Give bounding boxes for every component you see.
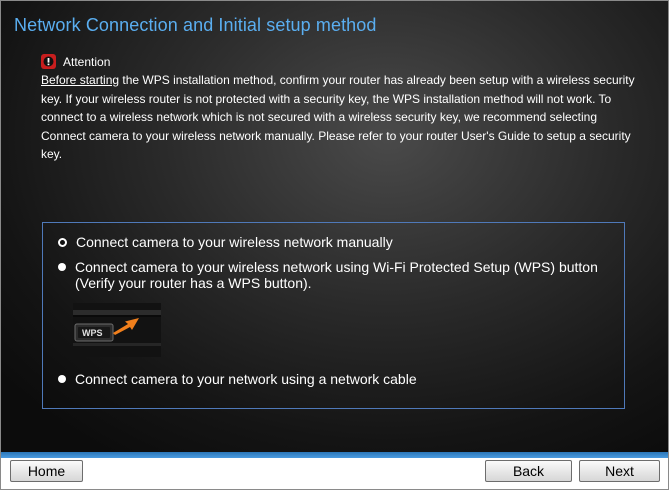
attention-body: the WPS installation method, confirm you… [41, 73, 635, 161]
option-cable[interactable]: Connect camera to your network using a n… [58, 371, 417, 387]
back-button[interactable]: Back [485, 460, 572, 482]
before-starting-text: Before starting [41, 73, 120, 87]
radio-wps[interactable] [58, 263, 66, 271]
wps-image-text: WPS [82, 328, 103, 338]
setup-window: Network Connection and Initial setup met… [0, 0, 669, 490]
home-button[interactable]: Home [10, 460, 83, 482]
wps-button-image: WPS [73, 303, 161, 357]
attention-label: Attention [63, 54, 111, 69]
option-manual-label: Connect camera to your wireless network … [76, 234, 393, 250]
footer-accent-band [1, 452, 668, 458]
radio-cable[interactable] [58, 375, 66, 383]
attention-header: Attention [41, 54, 110, 69]
radio-manual[interactable] [58, 238, 67, 247]
option-cable-label: Connect camera to your network using a n… [75, 371, 417, 387]
next-button[interactable]: Next [579, 460, 660, 482]
exclamation-icon [41, 54, 56, 69]
option-wps-label: Connect camera to your wireless network … [75, 259, 598, 291]
option-manual[interactable]: Connect camera to your wireless network … [58, 234, 393, 250]
main-panel: Network Connection and Initial setup met… [1, 1, 668, 452]
connection-options-box: Connect camera to your wireless network … [42, 222, 625, 409]
attention-message: Before starting the WPS installation met… [41, 71, 641, 164]
page-title: Network Connection and Initial setup met… [14, 15, 377, 35]
option-wps[interactable]: Connect camera to your wireless network … [58, 259, 598, 291]
